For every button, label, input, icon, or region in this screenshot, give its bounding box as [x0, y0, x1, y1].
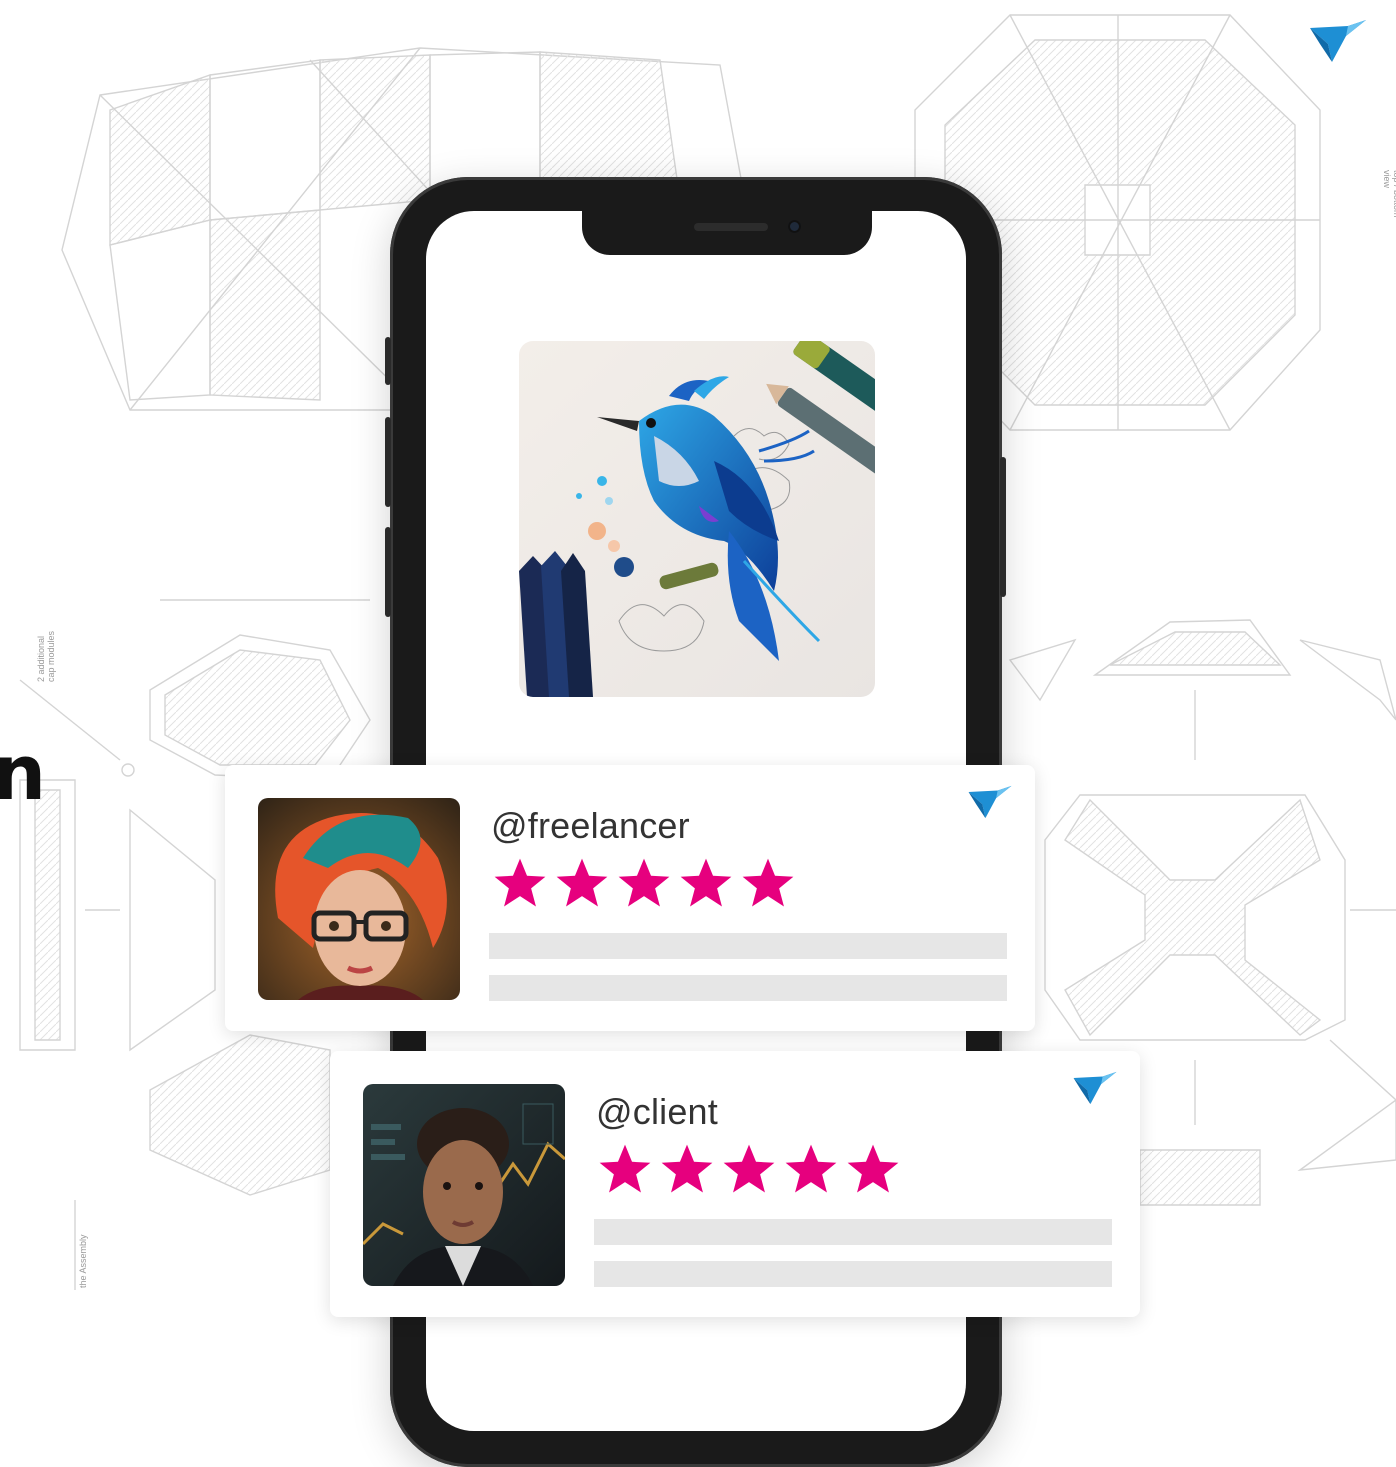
review-text-placeholder: [489, 933, 1007, 959]
client-avatar-image: [363, 1084, 565, 1286]
star-rating: [596, 1141, 902, 1199]
star-icon: [661, 1144, 713, 1193]
star-icon: [556, 858, 608, 907]
partial-heading-glyph: n: [0, 728, 47, 817]
volume-up-button: [385, 417, 391, 507]
review-text-placeholder: [594, 1261, 1112, 1287]
star-rating: [491, 855, 797, 913]
star-icon: [785, 1144, 837, 1193]
star-icon: [599, 1144, 651, 1193]
star-icon: [680, 858, 732, 907]
mute-switch: [385, 337, 391, 385]
hummingbird-logo-icon: [1073, 1071, 1117, 1105]
phone-notch: [582, 211, 872, 255]
star-icon: [494, 858, 546, 907]
review-text-placeholder: [594, 1219, 1112, 1245]
review-card-client[interactable]: @client: [330, 1051, 1140, 1317]
review-card-freelancer[interactable]: @freelancer: [225, 765, 1035, 1031]
hummingbird-logo-icon: [1310, 20, 1366, 62]
assembly-note: the Assembly: [78, 1234, 88, 1288]
power-button: [1000, 457, 1006, 597]
top-bottom-view-note: top / bottom view: [1382, 170, 1396, 218]
star-icon: [847, 1144, 899, 1193]
hummingbird-logo-icon: [968, 785, 1012, 819]
freelancer-avatar-image: [258, 798, 460, 1000]
blue-bird-drawing-image[interactable]: [519, 341, 875, 697]
star-icon: [618, 858, 670, 907]
star-icon: [742, 858, 794, 907]
volume-down-button: [385, 527, 391, 617]
reviewer-handle[interactable]: @client: [596, 1091, 718, 1133]
star-icon: [723, 1144, 775, 1193]
front-camera: [788, 220, 801, 233]
review-text-placeholder: [489, 975, 1007, 1001]
reviewer-handle[interactable]: @freelancer: [491, 805, 690, 847]
cap-modules-note: 2 additional cap modules: [36, 630, 56, 682]
speaker-grille: [694, 223, 768, 231]
